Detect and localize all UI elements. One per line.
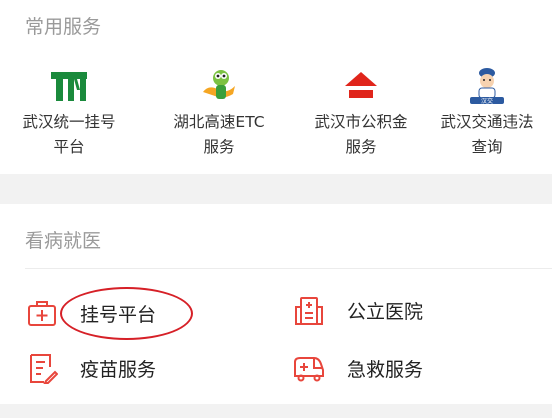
svg-text:汉交: 汉交	[481, 97, 493, 105]
medical-item-emergency[interactable]: 急救服务	[292, 348, 423, 388]
vaccine-clipboard-icon	[25, 351, 59, 385]
service-wuhan-housing-fund[interactable]: 武汉市公积金 服务	[292, 62, 430, 172]
traffic-police-icon: 汉交	[467, 66, 507, 106]
service-hubei-etc[interactable]: 湖北高速ETC 服务	[150, 62, 288, 172]
medical-item-vaccine[interactable]: 疫苗服务	[25, 348, 156, 388]
tm-logo-icon	[49, 66, 89, 106]
item-label: 疫苗服务	[80, 358, 157, 381]
service-label: 武汉市公积金 服务	[314, 113, 408, 156]
medical-kit-icon	[25, 296, 59, 330]
medical-item-registration[interactable]: 挂号平台	[25, 293, 156, 333]
item-label: 急救服务	[347, 358, 424, 381]
etc-mascot-icon	[199, 66, 239, 106]
section-separator	[0, 174, 552, 204]
section-title-common: 常用服务	[25, 16, 102, 38]
medical-item-public-hospital[interactable]: 公立医院	[292, 290, 423, 330]
service-label: 武汉交通违法 查询	[440, 113, 534, 156]
item-label: 公立医院	[347, 300, 424, 323]
service-label: 武汉统一挂号 平台	[22, 113, 116, 156]
service-label: 湖北高速ETC 服务	[173, 113, 265, 156]
divider	[25, 268, 552, 269]
item-label: 挂号平台	[80, 303, 157, 326]
service-wuhan-registration[interactable]: 武汉统一挂号 平台	[0, 62, 138, 172]
ambulance-icon	[292, 351, 326, 385]
service-wuhan-traffic-violation[interactable]: 汉交 武汉交通违法 查询	[418, 62, 552, 172]
hospital-icon	[292, 293, 326, 327]
housing-fund-house-icon	[341, 66, 381, 106]
section-title-medical: 看病就医	[25, 230, 102, 252]
section-separator	[0, 404, 552, 418]
